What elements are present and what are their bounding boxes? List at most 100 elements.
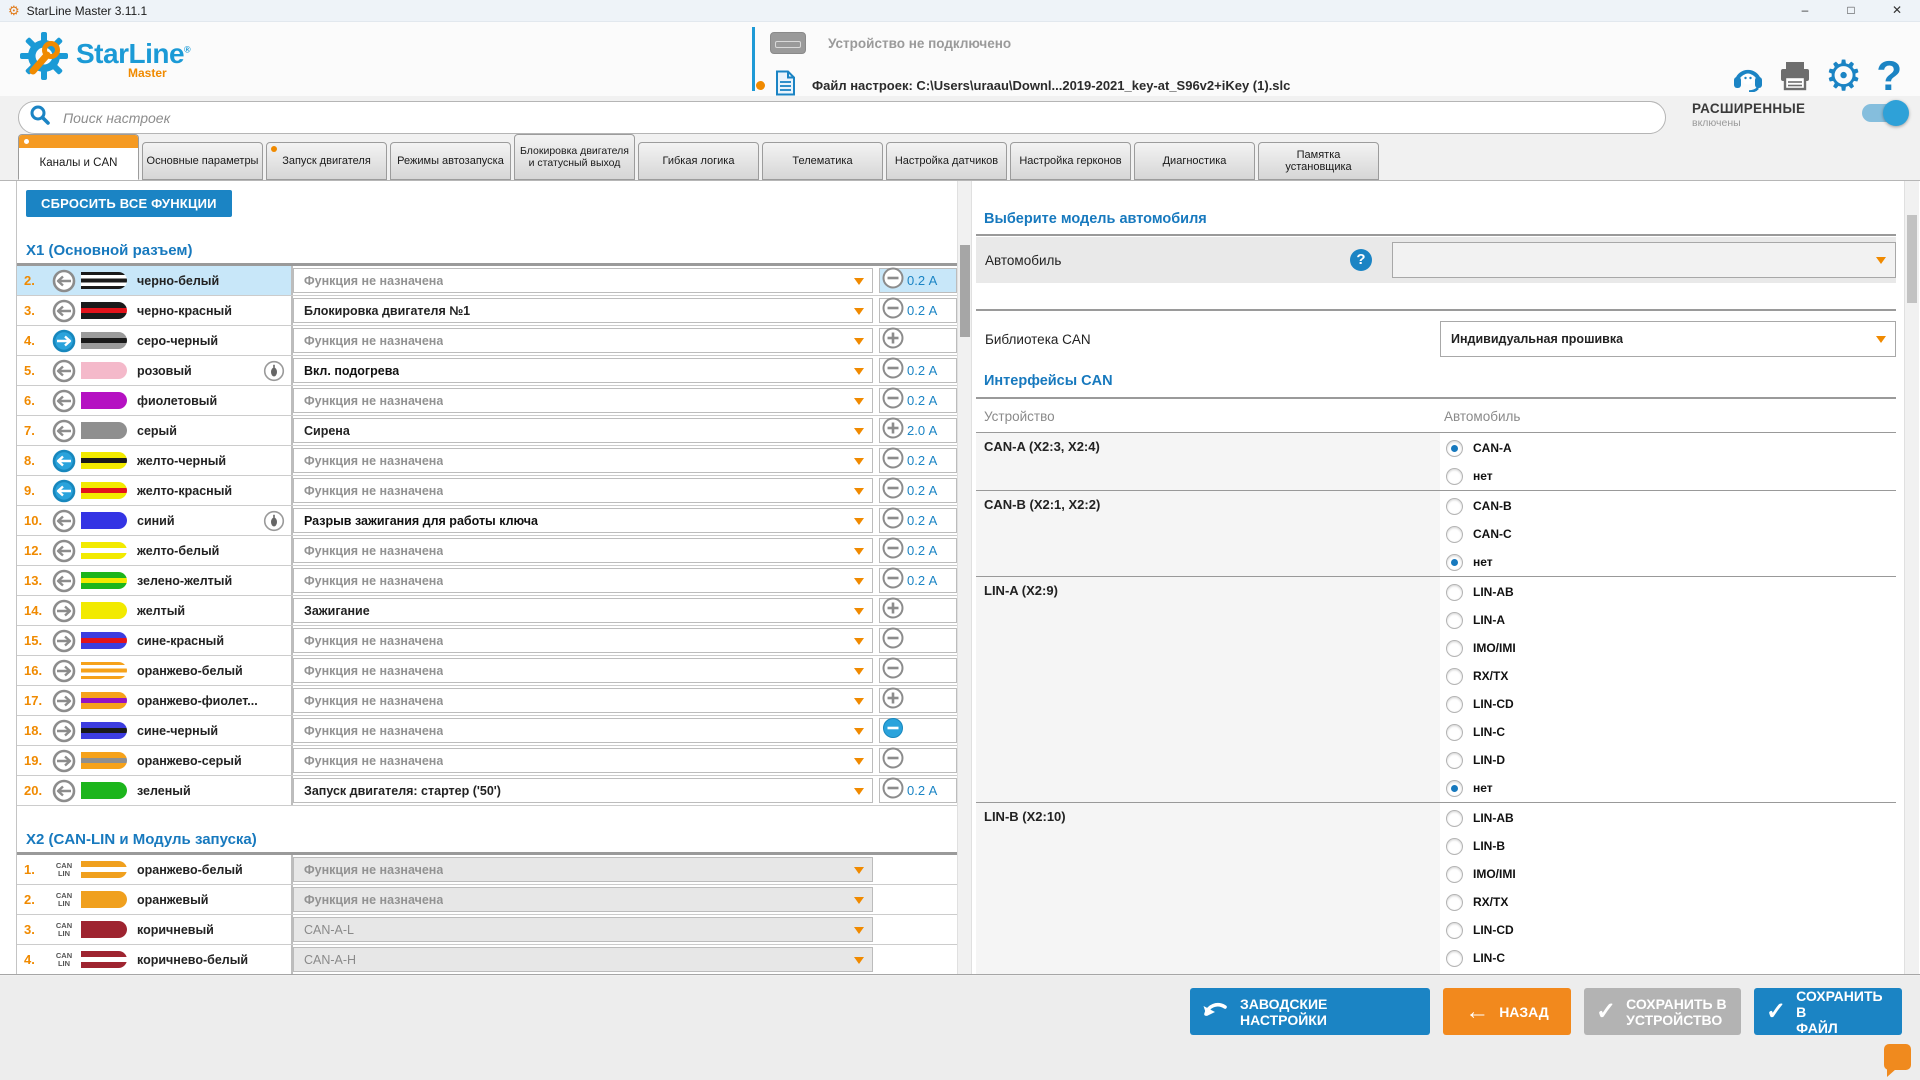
minus-circle-icon[interactable] bbox=[882, 447, 904, 474]
channel-info-cell[interactable]: 8. желто-черный bbox=[17, 446, 293, 475]
can-panel-scrollbar-thumb[interactable] bbox=[1907, 215, 1917, 303]
load-current-cell[interactable]: 0.2 А bbox=[879, 298, 957, 323]
interface-option[interactable]: LIN-AB bbox=[1446, 804, 1896, 832]
function-dropdown[interactable]: Функция не назначена bbox=[293, 658, 873, 683]
load-current-cell[interactable] bbox=[879, 598, 957, 623]
load-current-cell[interactable]: 0.2 А bbox=[879, 358, 957, 383]
channel-info-cell[interactable]: 13. зелено-желтый bbox=[17, 566, 293, 595]
channel-info-cell[interactable]: 4. серо-черный bbox=[17, 326, 293, 355]
channel-info-cell[interactable]: 5. розовый bbox=[17, 356, 293, 385]
x1-channel-row[interactable]: 8. желто-черныйФункция не назначена0.2 А bbox=[17, 446, 957, 476]
channel-info-cell[interactable]: 4.CANLINкоричнево-белый bbox=[17, 945, 293, 974]
settings-search[interactable] bbox=[18, 101, 1666, 134]
x1-channel-row[interactable]: 14. желтыйЗажигание bbox=[17, 596, 957, 626]
x1-channel-row[interactable]: 4. серо-черныйФункция не назначена bbox=[17, 326, 957, 356]
factory-settings-button[interactable]: ЗАВОДСКИЕ НАСТРОЙКИ bbox=[1190, 988, 1430, 1035]
function-dropdown[interactable]: Блокировка двигателя №1 bbox=[293, 298, 873, 323]
function-dropdown[interactable]: Разрыв зажигания для работы ключа bbox=[293, 508, 873, 533]
reset-all-functions-button[interactable]: СБРОСИТЬ ВСЕ ФУНКЦИИ bbox=[26, 190, 232, 217]
settings-gear-icon[interactable]: ⚙ bbox=[1825, 56, 1863, 96]
load-current-cell[interactable]: 0.2 А bbox=[879, 268, 957, 293]
minus-circle-icon[interactable] bbox=[882, 357, 904, 384]
interface-option[interactable]: LIN-C bbox=[1446, 718, 1896, 746]
interface-option[interactable]: CAN-A bbox=[1446, 434, 1896, 462]
interface-option[interactable]: CAN-B bbox=[1446, 492, 1896, 520]
interface-option[interactable]: LIN-A bbox=[1446, 606, 1896, 634]
x1-channel-row[interactable]: 10. синийРазрыв зажигания для работы клю… bbox=[17, 506, 957, 536]
radio-selected[interactable] bbox=[1446, 554, 1463, 571]
interface-option[interactable]: LIN-C bbox=[1446, 944, 1896, 972]
left-panel-scrollbar-thumb[interactable] bbox=[960, 245, 970, 337]
radio-unselected[interactable] bbox=[1446, 894, 1463, 911]
tab[interactable]: Телематика bbox=[762, 142, 883, 180]
channel-info-cell[interactable]: 2. черно-белый bbox=[17, 266, 293, 295]
x1-channel-row[interactable]: 2. черно-белыйФункция не назначена0.2 А bbox=[17, 266, 957, 296]
function-dropdown[interactable]: Зажигание bbox=[293, 598, 873, 623]
save-to-device-button[interactable]: ✓СОХРАНИТЬ В УСТРОЙСТВО bbox=[1584, 988, 1741, 1035]
function-dropdown[interactable]: Функция не назначена bbox=[293, 388, 873, 413]
tab[interactable]: Каналы и CAN bbox=[18, 134, 139, 180]
function-dropdown[interactable]: Функция не назначена bbox=[293, 538, 873, 563]
radio-unselected[interactable] bbox=[1446, 612, 1463, 629]
function-dropdown[interactable]: Функция не назначена bbox=[293, 748, 873, 773]
channel-info-cell[interactable]: 2.CANLINоранжевый bbox=[17, 885, 293, 914]
function-dropdown[interactable]: Сирена bbox=[293, 418, 873, 443]
can-library-dropdown[interactable]: Индивидуальная прошивка bbox=[1440, 321, 1896, 357]
interface-option[interactable]: нет bbox=[1446, 462, 1896, 490]
x1-channel-row[interactable]: 12. желто-белыйФункция не назначена0.2 А bbox=[17, 536, 957, 566]
chat-bubble-icon[interactable] bbox=[1884, 1044, 1911, 1070]
maximize-button[interactable]: □ bbox=[1828, 0, 1874, 22]
radio-selected[interactable] bbox=[1446, 780, 1463, 797]
load-current-cell[interactable] bbox=[879, 748, 957, 773]
interface-option[interactable]: RX/TX bbox=[1446, 662, 1896, 690]
x1-channel-row[interactable]: 15. сине-красныйФункция не назначена bbox=[17, 626, 957, 656]
function-dropdown[interactable]: Функция не назначена bbox=[293, 328, 873, 353]
save-to-file-button[interactable]: ✓СОХРАНИТЬ В ФАЙЛ bbox=[1754, 988, 1902, 1035]
radio-unselected[interactable] bbox=[1446, 922, 1463, 939]
interface-option[interactable]: LIN-D bbox=[1446, 972, 1896, 975]
channel-info-cell[interactable]: 7. серый bbox=[17, 416, 293, 445]
x1-channel-row[interactable]: 13. зелено-желтыйФункция не назначена0.2… bbox=[17, 566, 957, 596]
interface-option[interactable]: LIN-B bbox=[1446, 832, 1896, 860]
x1-channel-row[interactable]: 19. оранжево-серыйФункция не назначена bbox=[17, 746, 957, 776]
x2-channel-row[interactable]: 3.CANLINкоричневыйCAN-A-L bbox=[17, 915, 957, 945]
back-button[interactable]: ←НАЗАД bbox=[1443, 988, 1571, 1035]
function-dropdown[interactable]: CAN-A-L bbox=[293, 917, 873, 942]
tab[interactable]: Гибкая логика bbox=[638, 142, 759, 180]
interface-option[interactable]: LIN-D bbox=[1446, 746, 1896, 774]
channel-info-cell[interactable]: 17. оранжево-фиолет... bbox=[17, 686, 293, 715]
minus-circle-icon[interactable] bbox=[882, 387, 904, 414]
channel-info-cell[interactable]: 10. синий bbox=[17, 506, 293, 535]
support-headset-icon[interactable] bbox=[1731, 60, 1765, 92]
function-dropdown[interactable]: Вкл. подогрева bbox=[293, 358, 873, 383]
channel-info-cell[interactable]: 20. зеленый bbox=[17, 776, 293, 805]
channel-info-cell[interactable]: 3. черно-красный bbox=[17, 296, 293, 325]
channel-info-cell[interactable]: 1.CANLINоранжево-белый bbox=[17, 855, 293, 884]
load-current-cell[interactable] bbox=[879, 628, 957, 653]
radio-unselected[interactable] bbox=[1446, 752, 1463, 769]
function-dropdown[interactable]: Функция не назначена bbox=[293, 688, 873, 713]
print-icon[interactable] bbox=[1779, 61, 1811, 91]
function-dropdown[interactable]: Функция не назначена bbox=[293, 857, 873, 882]
x1-channel-row[interactable]: 16. оранжево-белыйФункция не назначена bbox=[17, 656, 957, 686]
plus-circle-icon[interactable] bbox=[882, 327, 904, 354]
radio-unselected[interactable] bbox=[1446, 950, 1463, 967]
function-dropdown[interactable]: Функция не назначена bbox=[293, 568, 873, 593]
load-current-cell[interactable]: 0.2 А bbox=[879, 778, 957, 803]
tab[interactable]: Настройка герконов bbox=[1010, 142, 1131, 180]
x1-channel-row[interactable]: 9. желто-красныйФункция не назначена0.2 … bbox=[17, 476, 957, 506]
plus-circle-icon[interactable] bbox=[882, 687, 904, 714]
radio-unselected[interactable] bbox=[1446, 640, 1463, 657]
advanced-settings-toggle[interactable] bbox=[1862, 104, 1906, 122]
function-dropdown[interactable]: Функция не назначена bbox=[293, 478, 873, 503]
radio-unselected[interactable] bbox=[1446, 584, 1463, 601]
minus-circle-icon[interactable] bbox=[882, 297, 904, 324]
interface-option[interactable]: нет bbox=[1446, 548, 1896, 576]
radio-unselected[interactable] bbox=[1446, 866, 1463, 883]
tab[interactable]: Диагностика bbox=[1134, 142, 1255, 180]
radio-unselected[interactable] bbox=[1446, 498, 1463, 515]
function-dropdown[interactable]: CAN-A-H bbox=[293, 947, 873, 972]
function-dropdown[interactable]: Функция не назначена bbox=[293, 268, 873, 293]
channel-info-cell[interactable]: 6. фиолетовый bbox=[17, 386, 293, 415]
channel-info-cell[interactable]: 14. желтый bbox=[17, 596, 293, 625]
